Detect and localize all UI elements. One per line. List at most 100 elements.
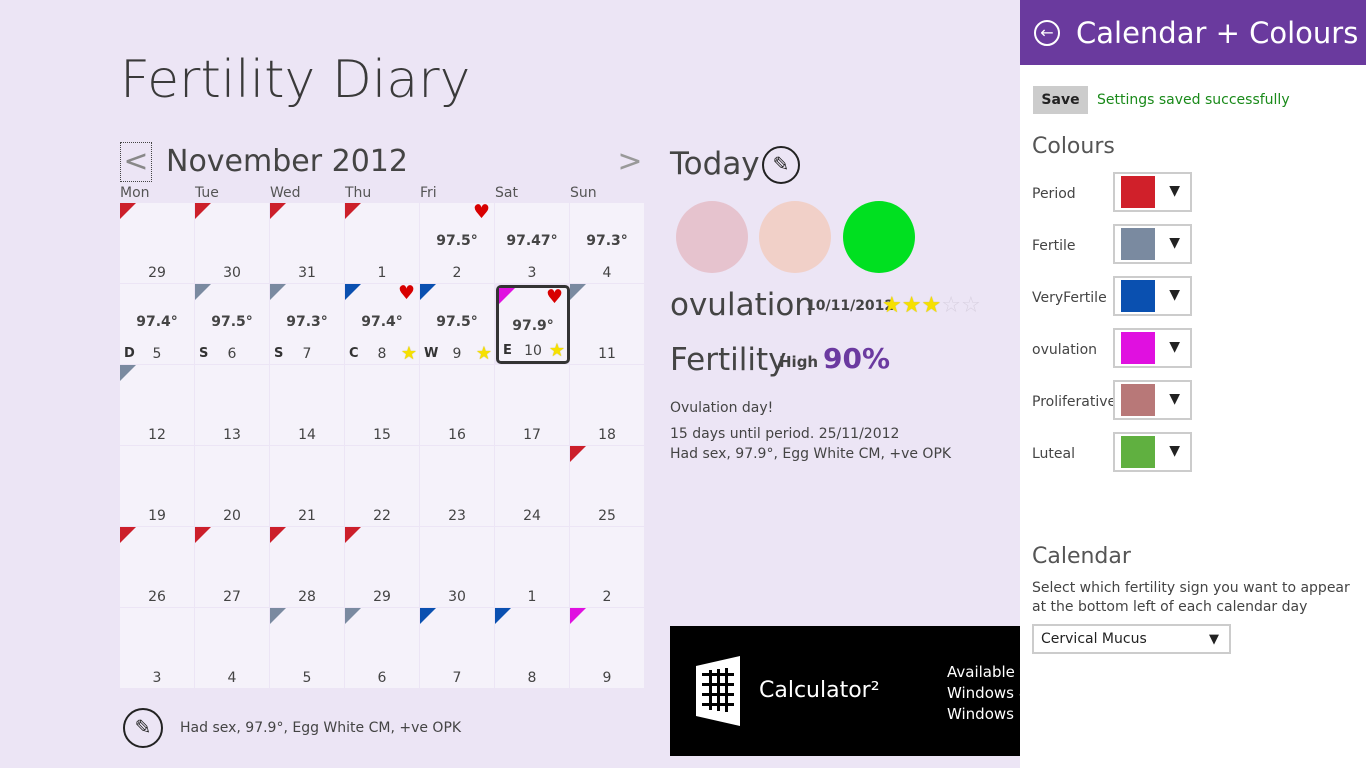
previous-month-button[interactable]: <	[120, 142, 152, 182]
star-empty-icon[interactable]: ☆	[961, 293, 981, 318]
day-number: 4	[227, 670, 237, 686]
chevron-down-icon: ▼	[1169, 443, 1180, 459]
day-number: 12	[148, 427, 166, 443]
calendar-day[interactable]: 2	[570, 527, 644, 607]
day-number: 15	[373, 427, 391, 443]
colour-select[interactable]: ▼	[1113, 224, 1192, 264]
calendar-day[interactable]: 97.5° S 6	[195, 284, 269, 364]
colour-select[interactable]: ▼	[1113, 276, 1192, 316]
calendar-day[interactable]: 26	[120, 527, 194, 607]
edit-today-button[interactable]: ✎	[762, 146, 800, 184]
colours-section-title: Colours	[1032, 134, 1115, 159]
calendar-day[interactable]: 6	[345, 608, 419, 688]
calendar-day[interactable]: 28	[270, 527, 344, 607]
star-filled-icon[interactable]: ★	[882, 293, 902, 318]
phase-marker-grey	[195, 284, 211, 300]
weekday-label: Sun	[570, 185, 597, 201]
calendar-day[interactable]: 18	[570, 365, 644, 445]
calendar-sign-select[interactable]: Cervical Mucus ▼	[1032, 624, 1231, 654]
calendar-day[interactable]: 23	[420, 446, 494, 526]
calendar-day[interactable]: 20	[195, 446, 269, 526]
calendar-day[interactable]: 14	[270, 365, 344, 445]
star-filled-icon[interactable]: ★	[902, 293, 922, 318]
calendar-day[interactable]: 7	[420, 608, 494, 688]
calendar-day[interactable]: 15	[345, 365, 419, 445]
calendar-day[interactable]: 97.3° S 7	[270, 284, 344, 364]
calendar-day[interactable]: 22	[345, 446, 419, 526]
next-month-button[interactable]: >	[615, 142, 645, 182]
star-empty-icon[interactable]: ☆	[941, 293, 961, 318]
day-number: 8	[527, 670, 537, 686]
colour-select[interactable]: ▼	[1113, 172, 1192, 212]
calendar-day[interactable]: 17	[495, 365, 569, 445]
calendar-day[interactable]: 97.4° D 5	[120, 284, 194, 364]
star-filled-icon[interactable]: ★	[921, 293, 941, 318]
calendar-day[interactable]: 30	[420, 527, 494, 607]
heart-icon: ♥	[545, 286, 563, 308]
calendar-day[interactable]: 30	[195, 203, 269, 283]
calendar-day[interactable]: 97.5° W ★ 9	[420, 284, 494, 364]
colour-select[interactable]: ▼	[1113, 380, 1192, 420]
phase-marker-red	[195, 527, 211, 543]
calendar-day[interactable]: ♥ 97.5° 2	[420, 201, 494, 283]
phase-marker-red	[270, 203, 286, 219]
back-button[interactable]: ←	[1034, 20, 1060, 46]
calendar-day[interactable]: 31	[270, 203, 344, 283]
phase-marker-grey	[120, 365, 136, 381]
today-indicator-circle	[676, 201, 748, 273]
heart-icon: ♥	[472, 201, 490, 223]
calendar-day[interactable]: 8	[495, 608, 569, 688]
calendar-day[interactable]: 13	[195, 365, 269, 445]
calendar-day[interactable]: 27	[195, 527, 269, 607]
calendar-day[interactable]: 11	[570, 284, 644, 364]
day-number: 7	[452, 670, 462, 686]
today-note: Had sex, 97.9°, Egg White CM, +ve OPK	[670, 446, 952, 462]
day-number: 1	[527, 589, 537, 605]
calendar-day[interactable]: 29	[120, 203, 194, 283]
day-number: 17	[523, 427, 541, 443]
calendar-day[interactable]: 1	[345, 203, 419, 283]
calendar-day[interactable]: 3	[120, 608, 194, 688]
calendar-day[interactable]: 4	[195, 608, 269, 688]
colour-select[interactable]: ▼	[1113, 432, 1192, 472]
calendar-day[interactable]: 16	[420, 365, 494, 445]
calendar-day[interactable]: ♥ 97.4° C ★ 8	[345, 282, 419, 364]
save-button[interactable]: Save	[1033, 86, 1088, 114]
settings-panel: ← Calendar + Colours Save Settings saved…	[1020, 0, 1366, 768]
weekday-label: Wed	[270, 185, 301, 201]
phase-marker-red	[120, 527, 136, 543]
calendar-day[interactable]: 29	[345, 527, 419, 607]
calendar-day[interactable]: 19	[120, 446, 194, 526]
panel-header: ← Calendar + Colours	[1020, 0, 1366, 65]
fertility-label: Fertility	[670, 342, 787, 378]
phase-marker-blue	[495, 608, 511, 624]
calendar-day[interactable]: 9	[570, 608, 644, 688]
colour-select[interactable]: ▼	[1113, 328, 1192, 368]
phase-marker-grey	[570, 284, 586, 300]
calendar-day[interactable]: 1	[495, 527, 569, 607]
calendar-day[interactable]: 5	[270, 608, 344, 688]
calendar-day[interactable]: 97.3° 4	[570, 203, 644, 283]
calendar-day[interactable]: 25	[570, 446, 644, 526]
calendar-day[interactable]: ♥ 97.9° E ★ 10	[496, 285, 570, 364]
day-summary: Had sex, 97.9°, Egg White CM, +ve OPK	[180, 720, 462, 736]
calendar-day[interactable]: 24	[495, 446, 569, 526]
phase-marker-magenta	[570, 608, 586, 624]
edit-day-button[interactable]: ✎	[123, 708, 163, 748]
ad-text-line: Windows	[947, 705, 1014, 723]
calendar-day[interactable]: 12	[120, 365, 194, 445]
chevron-down-icon: ▼	[1169, 287, 1180, 303]
day-number: 16	[448, 427, 466, 443]
advertisement-banner[interactable]: Calculator² Available f Windows 8 Window…	[670, 626, 1020, 756]
day-number: 29	[148, 265, 166, 281]
pencil-icon: ✎	[134, 715, 152, 739]
colour-label: Luteal	[1032, 446, 1075, 462]
colour-label: Proliferative	[1032, 394, 1117, 410]
phase-marker-blue	[345, 284, 361, 300]
chevron-down-icon: ▼	[1169, 235, 1180, 251]
calendar-day[interactable]: 21	[270, 446, 344, 526]
app-title: Fertility Diary	[120, 50, 471, 110]
calendar-day[interactable]: 97.47° 3	[495, 203, 569, 283]
day-number: 6	[377, 670, 387, 686]
phase-marker-red	[345, 527, 361, 543]
